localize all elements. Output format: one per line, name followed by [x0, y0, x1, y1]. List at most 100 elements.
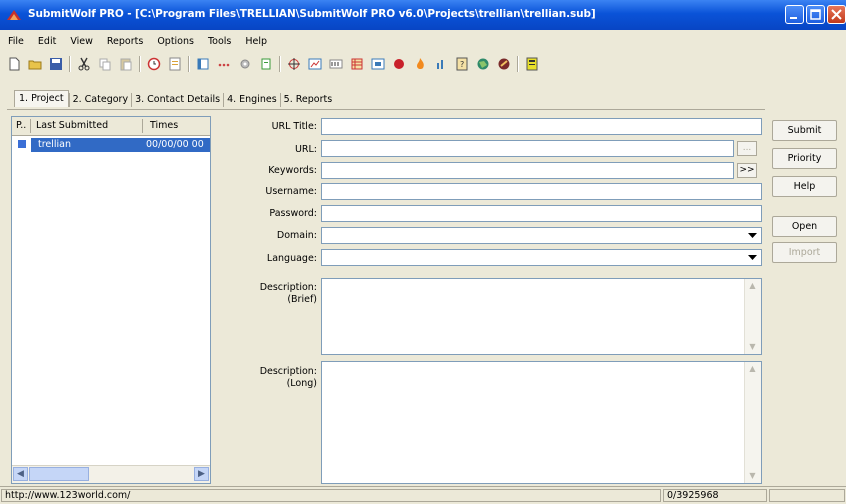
url-title-input[interactable]: [321, 118, 762, 135]
password-input[interactable]: [321, 205, 762, 222]
window-title: SubmitWolf PRO - [C:\Program Files\TRELL…: [28, 8, 596, 20]
open-folder-icon[interactable]: [27, 56, 43, 72]
menu-bar: File Edit View Reports Options Tools Hel…: [0, 36, 273, 50]
crosshair-icon[interactable]: [286, 56, 302, 72]
calculator-icon[interactable]: [524, 56, 540, 72]
list-header: P.. Last Submitted Times: [12, 117, 210, 136]
menu-help[interactable]: Help: [237, 36, 273, 50]
wolf-app-icon: [7, 10, 21, 20]
toolbar-separator: [188, 56, 190, 72]
tab-category[interactable]: 2. Category: [68, 93, 131, 107]
tab-reports[interactable]: 5. Reports: [279, 93, 336, 107]
chart-icon[interactable]: [307, 56, 323, 72]
tab-divider: [7, 109, 765, 110]
svg-text:?: ?: [460, 60, 464, 69]
column-last-submitted[interactable]: Last Submitted: [36, 120, 108, 131]
menu-reports[interactable]: Reports: [99, 36, 149, 50]
scroll-left-icon[interactable]: ◀: [13, 467, 28, 481]
scroll-thumb[interactable]: [29, 467, 89, 481]
save-icon[interactable]: [48, 56, 64, 72]
copy-icon[interactable]: [97, 56, 113, 72]
horizontal-scrollbar[interactable]: ◀ ▶: [12, 465, 210, 483]
abc-icon[interactable]: [328, 56, 344, 72]
menu-file[interactable]: File: [0, 36, 30, 50]
description-long-textarea[interactable]: ▲ ▼: [321, 361, 762, 484]
url-input[interactable]: [321, 140, 734, 157]
keywords-input[interactable]: [321, 162, 734, 179]
maximize-icon: [810, 9, 821, 20]
language-label: Language:: [266, 253, 317, 264]
keywords-label: Keywords:: [268, 165, 317, 176]
document-icon[interactable]: [167, 56, 183, 72]
priority-button[interactable]: Priority: [772, 148, 837, 169]
globe-icon[interactable]: [475, 56, 491, 72]
panel-icon[interactable]: [195, 56, 211, 72]
scroll-up-icon[interactable]: ▲: [746, 363, 759, 375]
menu-tools[interactable]: Tools: [200, 36, 237, 50]
ellipsis-icon[interactable]: [216, 56, 232, 72]
status-bar: http://www.123world.com/ 0/3925968: [0, 486, 846, 504]
bars-icon[interactable]: [433, 56, 449, 72]
menu-edit[interactable]: Edit: [30, 36, 62, 50]
status-empty: [769, 489, 845, 502]
open-button[interactable]: Open: [772, 216, 837, 237]
column-times[interactable]: Times: [150, 120, 178, 131]
title-bar[interactable]: SubmitWolf PRO - [C:\Program Files\TRELL…: [0, 0, 846, 30]
fire-icon[interactable]: [412, 56, 428, 72]
tab-contact-details[interactable]: 3. Contact Details: [131, 93, 223, 107]
url-label: URL:: [294, 144, 317, 155]
import-button[interactable]: Import: [772, 242, 837, 263]
scroll-right-icon[interactable]: ▶: [194, 467, 209, 481]
menu-options[interactable]: Options: [149, 36, 200, 50]
cut-icon[interactable]: [76, 56, 92, 72]
vertical-scrollbar[interactable]: ▲ ▼: [744, 279, 761, 354]
paste-icon[interactable]: [118, 56, 134, 72]
description-brief-textarea[interactable]: ▲ ▼: [321, 278, 762, 355]
clock-icon[interactable]: [146, 56, 162, 72]
language-select[interactable]: [321, 249, 762, 266]
minimize-button[interactable]: [785, 5, 804, 24]
status-counter: 0/3925968: [663, 489, 767, 502]
help-doc-icon[interactable]: ?: [454, 56, 470, 72]
rocket-icon[interactable]: [496, 56, 512, 72]
chevron-down-icon[interactable]: [745, 251, 760, 264]
scroll-down-icon[interactable]: ▼: [746, 341, 759, 353]
gear-icon[interactable]: [237, 56, 253, 72]
toolbar-separator: [517, 56, 519, 72]
domain-select[interactable]: [321, 227, 762, 244]
column-divider[interactable]: [142, 119, 143, 133]
grid-icon[interactable]: [349, 56, 365, 72]
url-more-button[interactable]: ...: [737, 141, 757, 156]
list-item[interactable]: trellian 00/00/00 00: [12, 138, 210, 152]
column-divider[interactable]: [30, 119, 31, 133]
submit-button[interactable]: Submit: [772, 120, 837, 141]
description-brief-label: Description:: [259, 282, 317, 293]
close-icon: [831, 9, 842, 20]
copy-doc-icon[interactable]: [258, 56, 274, 72]
toolbar-separator: [139, 56, 141, 72]
username-label: Username:: [265, 186, 317, 197]
project-checkbox[interactable]: [17, 139, 27, 149]
maximize-button[interactable]: [806, 5, 825, 24]
tab-engines[interactable]: 4. Engines: [223, 93, 280, 107]
new-icon[interactable]: [6, 56, 22, 72]
domain-label: Domain:: [276, 230, 317, 241]
tab-project[interactable]: 1. Project: [14, 90, 69, 107]
keywords-more-button[interactable]: >>: [737, 163, 757, 178]
username-input[interactable]: [321, 183, 762, 200]
help-button[interactable]: Help: [772, 176, 837, 197]
column-priority[interactable]: P..: [16, 120, 26, 131]
record-icon[interactable]: [391, 56, 407, 72]
toolbar-separator: [69, 56, 71, 72]
description-long-sublabel: (Long): [286, 378, 317, 389]
close-button[interactable]: [827, 5, 846, 24]
menu-view[interactable]: View: [62, 36, 99, 50]
project-name: trellian: [38, 139, 72, 150]
project-list[interactable]: P.. Last Submitted Times trellian 00/00/…: [11, 116, 211, 484]
scroll-down-icon[interactable]: ▼: [746, 470, 759, 482]
vertical-scrollbar[interactable]: ▲ ▼: [744, 362, 761, 483]
window-icon[interactable]: [370, 56, 386, 72]
chevron-down-icon[interactable]: [745, 229, 760, 242]
toolbar: ?: [6, 55, 545, 73]
scroll-up-icon[interactable]: ▲: [746, 280, 759, 292]
